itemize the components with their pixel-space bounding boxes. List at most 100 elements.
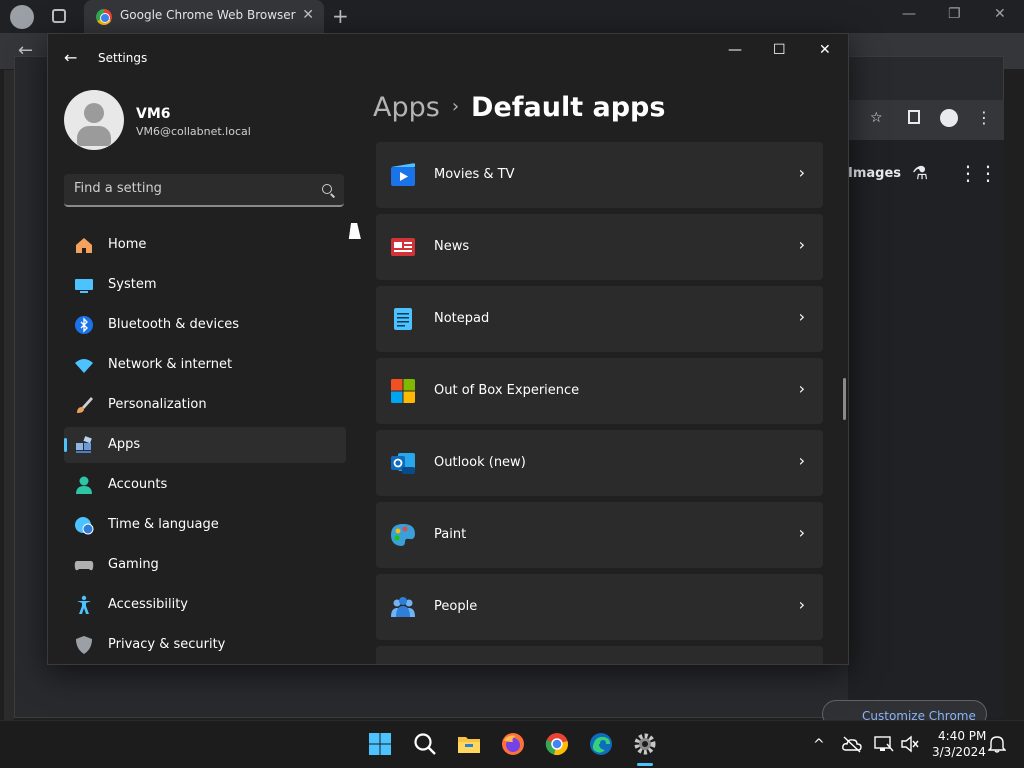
tab-actions-icon[interactable] [52,9,66,23]
breadcrumb-parent[interactable]: Apps [373,92,440,123]
list-item-partial[interactable] [376,646,823,664]
clock-date[interactable]: 3/3/2024 [932,745,986,759]
search-icon[interactable] [322,184,332,194]
tray-overflow-icon[interactable]: ^ [813,737,825,753]
chrome-profile-avatar[interactable] [10,5,34,29]
chrome-minimize-icon[interactable]: — [902,6,916,22]
bluetooth-icon [75,316,93,334]
chevron-right-icon: › [798,379,805,398]
back-arrow-icon[interactable]: ← [64,48,77,67]
active-app-indicator [637,763,653,766]
windows-color-icon [391,379,415,403]
app-label: Out of Box Experience [434,383,580,398]
minimize-icon[interactable]: — [728,42,742,58]
sidebar-item-label: Home [108,237,147,252]
notifications-bell-icon[interactable] [988,735,1006,753]
chevron-right-icon: › [798,523,805,542]
sidebar-item-label: Gaming [108,557,159,572]
chrome-tab[interactable]: Google Chrome Web Browser ✕ [84,0,324,33]
list-item-paint[interactable]: Paint › [376,502,823,568]
ntp-images-link[interactable]: Images [848,166,901,181]
maximize-icon[interactable]: ☐ [773,42,786,58]
breadcrumb-separator: › [451,96,460,117]
labs-flask-icon[interactable]: ⚗ [912,163,928,184]
side-panel-icon[interactable] [908,110,920,124]
sidebar-item-home[interactable]: Home [64,227,346,263]
chevron-right-icon: › [798,163,805,182]
home-icon [76,238,92,253]
notepad-icon [394,308,412,330]
profile-name: VM6 [136,106,171,122]
avatar-head-shape [84,103,104,123]
search-box[interactable] [64,174,344,207]
window-title: Settings [98,51,148,65]
apps-grid-icon[interactable]: ⋮⋮ [958,161,998,185]
sidebar-item-label: Apps [108,437,141,452]
volume-muted-icon[interactable] [900,735,920,753]
bookmark-star-icon[interactable]: ☆ [870,110,883,126]
sidebar-item-bluetooth[interactable]: Bluetooth & devices [64,307,346,343]
network-icon[interactable] [874,735,894,753]
movies-tv-icon [391,163,415,186]
chrome-restore-icon[interactable]: ❐ [948,6,961,22]
news-icon [391,238,415,256]
paint-icon [391,524,415,546]
cloud-offline-icon[interactable] [842,735,862,753]
gamepad-icon [74,561,94,571]
sidebar-item-accounts[interactable]: Accounts [64,467,346,503]
sidebar-item-accessibility[interactable]: Accessibility [64,587,346,623]
wifi-icon [75,359,93,373]
file-explorer-icon[interactable] [457,732,481,756]
avatar-body-shape [77,126,111,146]
search-taskbar-icon[interactable] [413,732,437,756]
sidebar-item-network[interactable]: Network & internet [64,347,346,383]
avatar[interactable] [64,90,124,150]
sidebar-item-label: Network & internet [108,357,233,372]
sidebar-item-apps[interactable]: Apps [64,427,346,463]
list-item-out-of-box-experience[interactable]: Out of Box Experience › [376,358,823,424]
list-item-movies-tv[interactable]: Movies & TV › [376,142,823,208]
new-tab-button[interactable]: + [332,4,349,28]
more-menu-icon[interactable]: ⋮ [976,108,992,127]
sidebar-item-privacy[interactable]: Privacy & security [64,627,346,663]
close-icon[interactable]: ✕ [819,42,831,58]
sidebar-item-personalization[interactable]: Personalization [64,387,346,423]
app-label: Notepad [434,311,490,326]
firefox-icon[interactable] [501,732,525,756]
default-apps-list: Movies & TV › News › Notepad › Out of Bo… [376,142,823,664]
page-title: Default apps [471,92,666,123]
sidebar-nav: Home System Bluetooth & devices Network … [64,227,346,664]
windows-start-icon[interactable] [368,732,392,756]
chrome-tab-close-icon[interactable]: ✕ [302,7,314,23]
profile-icon[interactable] [940,109,958,127]
list-item-outlook-new[interactable]: Outlook (new) › [376,430,823,496]
profile-email: VM6@collabnet.local [136,125,251,138]
scrollbar-thumb[interactable] [843,378,846,420]
settings-window: ← Settings — ☐ ✕ VM6 VM6@collabnet.local… [47,33,849,665]
edge-icon[interactable] [589,732,613,756]
list-item-notepad[interactable]: Notepad › [376,286,823,352]
sidebar-item-label: Privacy & security [108,637,226,652]
app-label: Outlook (new) [434,455,526,470]
accounts-icon [76,476,92,494]
sidebar-item-label: Bluetooth & devices [108,317,239,332]
settings-gear-icon[interactable] [633,732,657,756]
chrome-new-tab-page [848,140,1004,718]
sidebar-item-label: Personalization [108,397,207,412]
sidebar-item-gaming[interactable]: Gaming [64,547,346,583]
chrome-inner-toolbar: ☆ ⋮ [848,100,1004,140]
clock-time[interactable]: 4:40 PM [938,729,986,743]
chrome-close-icon[interactable]: ✕ [994,6,1006,22]
sidebar-item-system[interactable]: System [64,267,346,303]
chrome-taskbar-icon[interactable] [545,732,569,756]
sidebar-item-label: Accounts [108,477,168,492]
sidebar-item-time-language[interactable]: Time & language [64,507,346,543]
apps-icon [76,436,92,453]
people-icon [391,597,415,617]
list-item-news[interactable]: News › [376,214,823,280]
chevron-right-icon: › [798,595,805,614]
app-label: People [434,599,478,614]
list-item-people[interactable]: People › [376,574,823,640]
accessibility-icon [77,595,91,614]
search-input[interactable] [74,181,304,196]
